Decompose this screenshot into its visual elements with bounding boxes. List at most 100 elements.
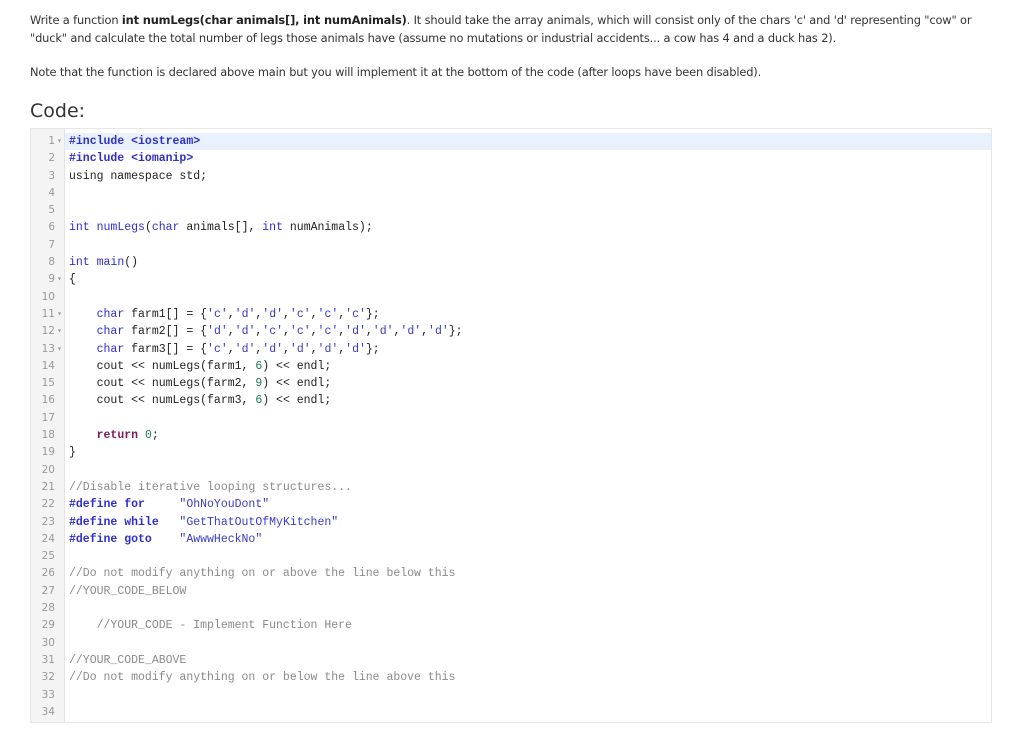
code-lines[interactable]: 1 ▾ #include <iostream> 2 #include <iomanip>… [31,133,991,721]
code-editor[interactable]: 1 ▾ #include <iostream> 2 #include <iomanip>… [30,128,992,723]
code-token: 'c' [317,307,339,321]
code-text[interactable]: cout << numLegs(farm2, 9) << endl; [65,375,991,392]
code-text[interactable]: char farm2[] = {'d','d','c','c','c','d',… [65,323,991,340]
code-line[interactable]: 23 #define while "GetThatOutOfMyKitchen" [31,514,991,531]
code-text[interactable]: #define while "GetThatOutOfMyKitchen" [65,514,991,531]
code-text[interactable] [65,237,991,254]
code-text[interactable] [65,687,991,704]
code-text[interactable] [65,185,991,202]
code-line[interactable]: 14 cout << numLegs(farm1, 6) << endl; [31,358,991,375]
code-text[interactable] [65,289,991,306]
code-line[interactable]: 15 cout << numLegs(farm2, 9) << endl; [31,375,991,392]
code-token: 'c' [345,307,366,321]
code-line[interactable]: 5 [31,202,991,219]
code-token: #define while [69,515,180,529]
code-text[interactable] [65,635,991,652]
code-line[interactable]: 6 int numLegs(char animals[], int numAnim… [31,219,991,236]
code-token: char [96,307,125,321]
code-token: , [283,325,290,339]
code-line[interactable]: 31 //YOUR_CODE_ABOVE [31,652,991,669]
code-token: , [283,307,290,321]
code-text[interactable]: //Disable iterative looping structures..… [65,479,991,496]
code-text[interactable]: char farm1[] = {'c','d','d','c','c','c'}… [65,306,991,323]
line-number: 9 [48,273,55,286]
code-text[interactable]: #define for "OhNoYouDont" [65,496,991,513]
code-line[interactable]: 3 using namespace std; [31,168,991,185]
code-text[interactable] [65,410,991,427]
code-text[interactable]: //YOUR_CODE_BELOW [65,583,991,600]
code-text[interactable]: //Do not modify anything on or above the… [65,565,991,582]
code-line[interactable]: 2 #include <iomanip> [31,150,991,167]
code-line[interactable]: 11 ▾ char farm1[] = {'c','d','d','c','c',… [31,306,991,323]
code-line[interactable]: 10 [31,289,991,306]
code-text[interactable] [65,202,991,219]
code-line[interactable]: 20 [31,462,991,479]
code-text[interactable]: int numLegs(char animals[], int numAnima… [65,219,991,236]
code-text[interactable] [65,462,991,479]
line-number: 34 [41,705,55,718]
fold-arrow-icon[interactable]: ▾ [55,341,64,358]
code-line[interactable]: 19} [31,444,991,461]
code-text[interactable] [65,600,991,617]
code-token: , [227,325,235,339]
code-text[interactable]: char farm3[] = {'c','d','d','d','d','d'}… [65,341,991,358]
line-number: 23 [41,515,55,528]
code-token: char [151,221,180,235]
code-text[interactable] [65,548,991,565]
code-line[interactable]: 25 [31,548,991,565]
code-text[interactable]: return 0; [65,427,991,444]
code-text[interactable]: cout << numLegs(farm3, 6) << endl; [65,392,991,409]
code-line[interactable]: 16 cout << numLegs(farm3, 6) << endl; [31,392,991,409]
code-line[interactable]: 34 [31,704,991,721]
code-text[interactable]: int main() [65,254,991,271]
code-line[interactable]: 24 #define goto "AwwwHeckNo" [31,531,991,548]
code-token: int [69,256,90,270]
problem-note: Note that the function is declared above… [30,65,762,79]
code-line[interactable]: 32 //Do not modify anything on or below t… [31,669,991,686]
code-line[interactable]: 13 ▾ char farm3[] = {'c','d','d','d','d',… [31,341,991,358]
code-line[interactable]: 18 return 0; [31,427,991,444]
code-token: 'c' [289,307,311,321]
code-line[interactable]: 12 ▾ char farm2[] = {'d','d','c','c','c',… [31,323,991,340]
code-text[interactable]: { [65,271,991,288]
code-token: 'd' [428,325,449,339]
code-line[interactable]: 8 int main() [31,254,991,271]
fold-arrow-icon[interactable]: ▾ [55,323,64,340]
code-line[interactable]: 9 ▾ { [31,271,991,288]
code-line[interactable]: 27 //YOUR_CODE_BELOW [31,583,991,600]
code-text[interactable]: #define goto "AwwwHeckNo" [65,531,991,548]
code-line[interactable]: 17 [31,410,991,427]
line-number: 28 [41,602,55,615]
code-line[interactable]: 1 ▾ #include <iostream> [31,133,991,151]
code-text[interactable]: cout << numLegs(farm1, 6) << endl; [65,358,991,375]
code-token: #include <iostream> [69,135,201,148]
line-number: 14 [41,359,55,372]
code-token: int [69,221,90,235]
code-text[interactable] [65,704,991,721]
code-line[interactable]: 33 [31,687,991,704]
code-line[interactable]: 26 //Do not modify anything on or above t… [31,565,991,582]
code-token: 'd' [234,325,256,339]
code-text[interactable]: using namespace std; [65,168,991,185]
code-line[interactable]: 28 [31,600,991,617]
code-text[interactable]: //Do not modify anything on or below the… [65,669,991,686]
line-number: 7 [48,238,55,251]
code-text[interactable]: } [65,444,991,461]
fold-arrow-icon[interactable]: ▾ [55,271,64,288]
fold-arrow-icon[interactable]: ▾ [55,306,64,323]
code-line[interactable]: 21 //Disable iterative looping structures… [31,479,991,496]
fold-arrow-icon[interactable]: ▾ [55,133,64,150]
code-token: 'd' [234,307,256,321]
code-text[interactable]: //YOUR_CODE - Implement Function Here [65,617,991,634]
code-line[interactable]: 7 [31,237,991,254]
code-text[interactable]: //YOUR_CODE_ABOVE [65,652,991,669]
code-line[interactable]: 29 //YOUR_CODE - Implement Function Here [31,617,991,634]
code-text[interactable]: #include <iomanip> [65,150,991,167]
code-token: 'c' [289,325,311,339]
code-line[interactable]: 22 #define for "OhNoYouDont" [31,496,991,513]
code-line[interactable]: 30 [31,635,991,652]
code-line[interactable]: 4 [31,185,991,202]
code-text[interactable]: #include <iostream> [65,133,991,151]
line-number: 18 [41,429,55,442]
